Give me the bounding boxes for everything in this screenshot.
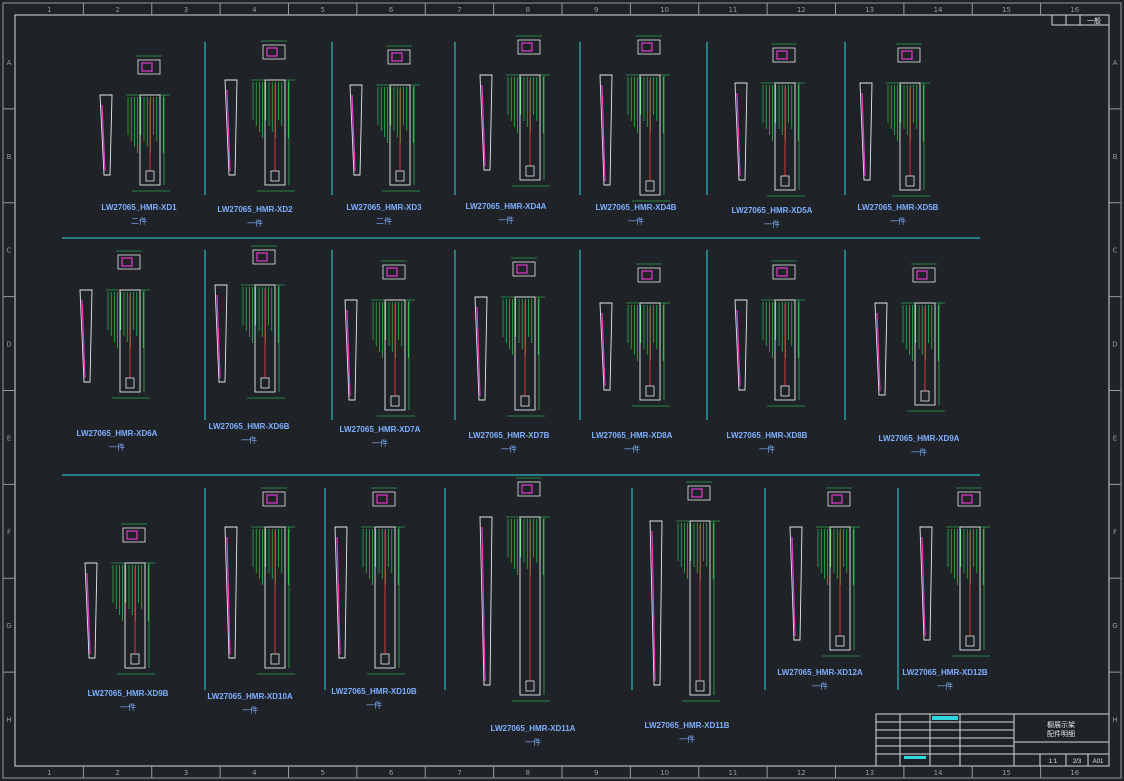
part-quantity: 一件: [679, 734, 695, 744]
cad-drawing-sheet: 1122334455667788991010111112121313141415…: [0, 0, 1124, 781]
part-label: LW27065_HMR-XD4B: [596, 203, 677, 212]
part-label: LW27065_HMR-XD9B: [88, 689, 169, 698]
row-marker: A: [7, 59, 12, 67]
part-label: LW27065_HMR-XD10A: [207, 692, 293, 701]
column-marker: 9: [594, 6, 598, 14]
part-quantity: 一件: [525, 737, 541, 747]
title-block-title-1: 橱展示架: [1047, 720, 1075, 729]
part-quantity: 一件: [890, 216, 906, 226]
column-marker: 15: [1002, 6, 1011, 14]
title-block-title-2: 配件明细: [1047, 729, 1075, 738]
part-label: LW27065_HMR-XD12A: [777, 668, 863, 677]
column-marker: 7: [457, 769, 461, 777]
part-label: LW27065_HMR-XD5A: [732, 206, 813, 215]
column-marker: 10: [660, 769, 669, 777]
part-quantity: 一件: [911, 447, 927, 457]
part-quantity: 二件: [131, 216, 147, 226]
column-marker: 12: [797, 6, 806, 14]
column-marker: 6: [389, 769, 394, 777]
part-quantity: 一件: [109, 442, 125, 452]
row-marker: B: [7, 153, 12, 161]
column-marker: 13: [865, 769, 874, 777]
row-marker: A: [1113, 59, 1118, 67]
part-label: LW27065_HMR-XD10B: [331, 687, 417, 696]
part-quantity: 一件: [759, 444, 775, 454]
column-marker: 8: [526, 769, 530, 777]
row-marker: D: [6, 341, 11, 349]
top-right-box-text: 一般: [1087, 16, 1101, 25]
part-label: LW27065_HMR-XD8B: [727, 431, 808, 440]
part-label: LW27065_HMR-XD6A: [77, 429, 158, 438]
row-marker: C: [1113, 247, 1118, 255]
column-marker: 14: [934, 6, 943, 14]
row-marker: G: [6, 622, 11, 630]
column-marker: 10: [660, 6, 669, 14]
part-quantity: 一件: [764, 219, 780, 229]
column-marker: 13: [865, 6, 874, 14]
column-marker: 9: [594, 769, 598, 777]
part-label: LW27065_HMR-XD5B: [858, 203, 939, 212]
column-marker: 3: [184, 769, 188, 777]
row-marker: C: [7, 247, 12, 255]
column-marker: 2: [115, 769, 119, 777]
part-label: LW27065_HMR-XD7B: [469, 431, 550, 440]
column-marker: 1: [47, 769, 51, 777]
column-marker: 7: [457, 6, 461, 14]
part-quantity: 一件: [241, 435, 257, 445]
column-marker: 16: [1070, 769, 1079, 777]
part-label: LW27065_HMR-XD4A: [466, 202, 547, 211]
title-block-size: A01: [1093, 759, 1104, 765]
part-quantity: 一件: [120, 702, 136, 712]
title-block-scale: 1:1: [1049, 759, 1058, 765]
part-quantity: 一件: [366, 700, 382, 710]
column-marker: 5: [320, 769, 324, 777]
row-marker: F: [1113, 528, 1117, 536]
part-quantity: 一件: [242, 705, 258, 715]
part-label: LW27065_HMR-XD2: [217, 205, 293, 214]
part-label: LW27065_HMR-XD11B: [645, 721, 730, 730]
column-marker: 5: [320, 6, 324, 14]
part-label: LW27065_HMR-XD3: [346, 203, 422, 212]
column-marker: 15: [1002, 769, 1011, 777]
row-marker: B: [1113, 153, 1118, 161]
column-marker: 8: [526, 6, 530, 14]
part-quantity: 一件: [812, 681, 828, 691]
part-quantity: 一件: [372, 438, 388, 448]
part-label: LW27065_HMR-XD7A: [340, 425, 421, 434]
part-label: LW27065_HMR-XD8A: [592, 431, 673, 440]
part-quantity: 二件: [376, 216, 392, 226]
part-quantity: 一件: [628, 216, 644, 226]
column-marker: 12: [797, 769, 806, 777]
part-label: LW27065_HMR-XD12B: [902, 668, 988, 677]
part-quantity: 一件: [937, 681, 953, 691]
row-marker: E: [7, 434, 11, 442]
part-label: LW27065_HMR-XD6B: [209, 422, 290, 431]
row-marker: H: [1112, 716, 1117, 724]
column-marker: 3: [184, 6, 188, 14]
row-marker: D: [1112, 341, 1117, 349]
part-quantity: 一件: [247, 218, 263, 228]
column-marker: 6: [389, 6, 394, 14]
row-marker: F: [7, 528, 11, 536]
column-marker: 4: [252, 769, 257, 777]
part-label: LW27065_HMR-XD9A: [879, 434, 960, 443]
column-marker: 1: [47, 6, 51, 14]
column-marker: 11: [728, 6, 737, 14]
part-quantity: 一件: [498, 215, 514, 225]
column-marker: 2: [115, 6, 119, 14]
part-quantity: 一件: [501, 444, 517, 454]
part-label: LW27065_HMR-XD11A: [491, 724, 576, 733]
column-marker: 11: [728, 769, 737, 777]
part-label: LW27065_HMR-XD1: [101, 203, 177, 212]
row-marker: G: [1112, 622, 1117, 630]
column-marker: 16: [1070, 6, 1079, 14]
row-marker: E: [1113, 434, 1117, 442]
column-marker: 14: [934, 769, 943, 777]
column-marker: 4: [252, 6, 257, 14]
title-block-page: 2/3: [1073, 759, 1082, 765]
row-marker: H: [6, 716, 11, 724]
part-quantity: 一件: [624, 444, 640, 454]
